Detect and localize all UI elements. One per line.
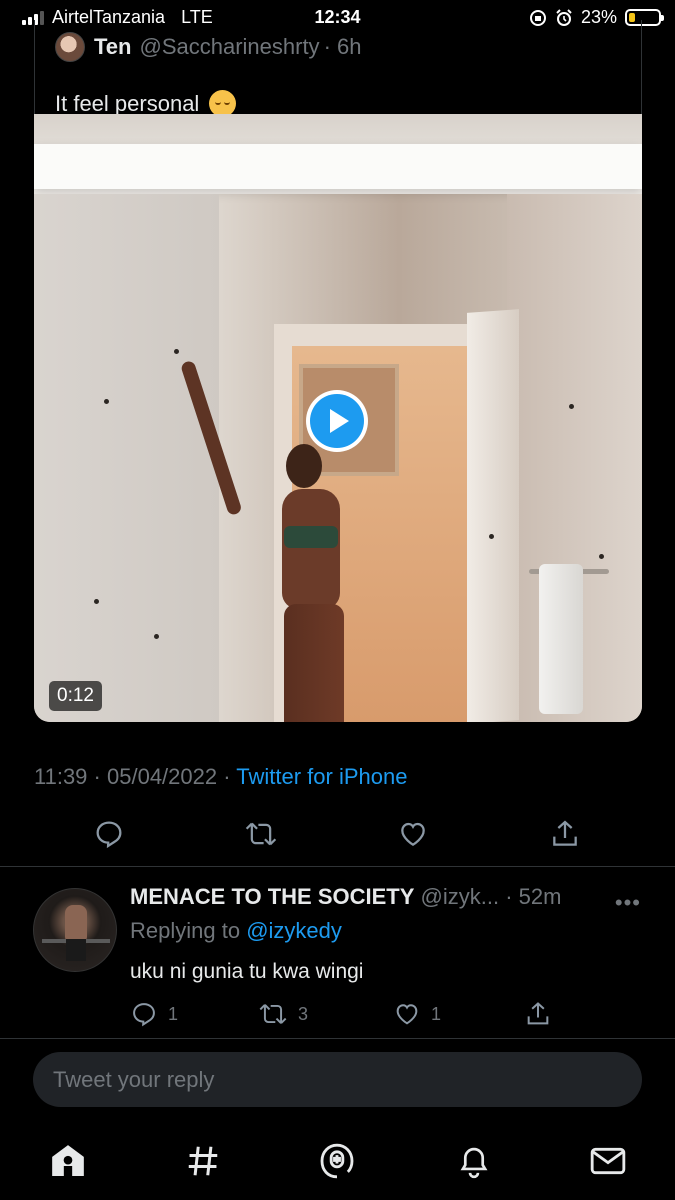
like-button[interactable] <box>391 812 435 856</box>
reply-tweet[interactable]: MENACE TO THE SOCIETY @izyk... · 52m •••… <box>0 868 675 1038</box>
more-options-icon[interactable]: ••• <box>615 890 641 916</box>
replying-to: Replying to @izykedy <box>130 918 342 944</box>
reply-avatar[interactable] <box>33 888 117 972</box>
video-scene-light <box>34 144 642 189</box>
divider <box>0 1038 675 1039</box>
replying-to-mention[interactable]: @izykedy <box>246 918 342 943</box>
video-scene-person <box>179 359 394 722</box>
wall-speck <box>94 599 99 604</box>
share-button[interactable] <box>543 812 587 856</box>
tab-spaces[interactable] <box>313 1137 361 1185</box>
quoted-tweet-avatar[interactable] <box>55 32 85 62</box>
play-button[interactable] <box>306 390 368 452</box>
reply-like-button[interactable]: 1 <box>393 1000 441 1028</box>
like-count: 1 <box>431 1003 442 1024</box>
meta-separator: · <box>93 764 101 789</box>
quoted-tweet-text: It feel personal <box>55 90 200 116</box>
video-scene-door <box>467 309 519 722</box>
video-scene-clothing <box>284 526 338 548</box>
reply-composer[interactable] <box>33 1052 642 1107</box>
wall-speck <box>599 554 604 559</box>
quoted-tweet-age: · 6h <box>323 34 362 59</box>
notifications-bell-icon <box>460 1147 488 1179</box>
wall-speck <box>104 399 109 404</box>
quoted-tweet-card[interactable]: Ten @Saccharineshrty · 6h It feel person… <box>34 20 642 117</box>
quoted-tweet-name[interactable]: Ten <box>94 34 131 60</box>
tweet-date: 05/04/2022 <box>107 764 218 789</box>
tweet-actions <box>0 812 675 856</box>
quoted-tweet-text-row: It feel personal <box>55 90 237 117</box>
video-scene-legs <box>284 604 344 722</box>
retweet-icon <box>259 1004 287 1024</box>
reply-retweet-button[interactable]: 3 <box>258 1000 308 1028</box>
play-icon <box>310 394 364 448</box>
heart-icon <box>401 822 425 846</box>
video-media[interactable]: 0:12 <box>34 114 642 722</box>
explore-hashtag-icon <box>188 1146 218 1176</box>
reply-icon <box>96 821 122 849</box>
quoted-tweet-handle[interactable]: @Saccharineshrty <box>139 34 319 60</box>
retweet-button[interactable] <box>239 812 283 856</box>
reply-text: uku ni gunia tu kwa wingi <box>130 960 364 983</box>
relieved-face-emoji-icon <box>209 90 237 117</box>
replying-to-label: Replying to <box>130 918 241 943</box>
home-icon <box>52 1145 84 1176</box>
reply-button[interactable] <box>87 812 131 856</box>
wall-speck <box>489 534 494 539</box>
tweet-time: 11:39 <box>34 764 88 789</box>
video-duration: 0:12 <box>49 681 102 711</box>
tab-messages[interactable] <box>584 1137 632 1185</box>
divider <box>0 866 675 867</box>
reply-icon <box>133 1003 155 1027</box>
video-scene-head <box>286 444 322 488</box>
reply-header: MENACE TO THE SOCIETY @izyk... · 52m <box>130 884 561 910</box>
video-scene-towel <box>539 564 583 714</box>
tweet-meta: 11:39 · 05/04/2022 · Twitter for iPhone <box>34 764 407 790</box>
wall-speck <box>569 404 574 409</box>
reply-reply-button[interactable]: 1 <box>130 1000 178 1028</box>
bottom-tab-bar <box>0 1125 675 1200</box>
tab-home[interactable] <box>44 1137 92 1185</box>
tweet-reply-input[interactable] <box>33 1052 642 1107</box>
video-scene-wall <box>34 194 219 722</box>
reply-author-name[interactable]: MENACE TO THE SOCIETY <box>130 884 414 909</box>
tweet-source-link[interactable]: Twitter for iPhone <box>236 764 407 789</box>
quoted-tweet-header: Ten @Saccharineshrty · 6h <box>55 32 361 62</box>
tab-explore[interactable] <box>179 1137 227 1185</box>
messages-envelope-icon <box>590 1147 626 1175</box>
reply-count: 1 <box>168 1003 179 1024</box>
heart-icon <box>396 1004 418 1025</box>
share-icon <box>553 820 577 846</box>
retweet-icon <box>245 822 277 846</box>
video-scene-torso <box>282 489 340 609</box>
wall-speck <box>154 634 159 639</box>
tab-notifications[interactable] <box>450 1137 498 1185</box>
wall-speck <box>174 349 179 354</box>
retweet-count: 3 <box>298 1003 309 1024</box>
meta-separator: · <box>223 764 231 789</box>
reply-age: · 52m <box>505 884 562 909</box>
reply-author-handle[interactable]: @izyk... <box>421 884 500 909</box>
reply-share-button[interactable] <box>524 1000 552 1028</box>
share-icon <box>527 1002 549 1025</box>
spaces-icon <box>320 1143 354 1179</box>
